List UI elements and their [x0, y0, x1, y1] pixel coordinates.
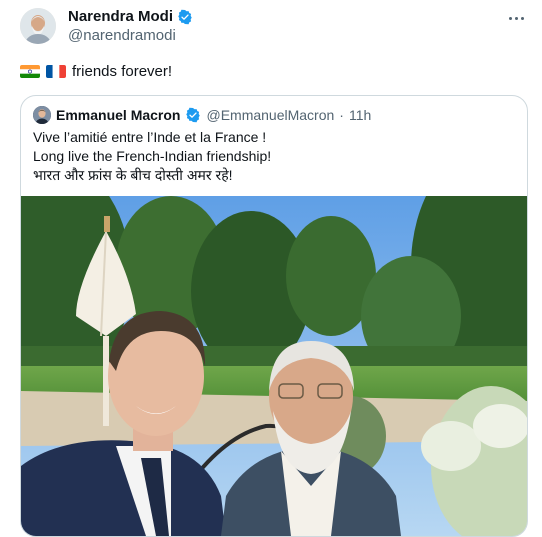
india-flag-icon [20, 65, 40, 78]
verified-badge-icon [178, 9, 192, 24]
quoted-tweet-text: Vive l’amitié entre l’Inde et la France … [33, 128, 271, 185]
quoted-text-line-hindi: भारत और फ्रांस के बीच दोस्ती अमर रहे! [33, 167, 233, 183]
quoted-tweet[interactable]: Emmanuel Macron @EmmanuelMacron · 11h Vi… [20, 95, 528, 537]
author-name[interactable]: Narendra Modi [68, 8, 173, 25]
quoted-author-avatar-image [33, 106, 51, 124]
author-handle[interactable]: @narendramodi [68, 27, 176, 44]
quoted-tweet-photo[interactable] [21, 196, 527, 536]
quoted-text-line-english: Long live the French-Indian friendship! [33, 148, 272, 164]
quoted-text-line-french: Vive l’amitié entre l’Inde et la France … [33, 129, 267, 145]
author-name-row[interactable]: Narendra Modi [68, 8, 193, 25]
quoted-verified-badge-icon [186, 107, 201, 123]
quoted-timestamp[interactable]: 11h [349, 107, 371, 123]
tweet-text-body: friends forever! [72, 63, 173, 80]
author-avatar-image [20, 8, 56, 44]
tweet[interactable]: Narendra Modi @narendramodi friends fore… [0, 0, 542, 537]
quoted-author-avatar[interactable] [33, 106, 51, 124]
france-flag-icon [46, 65, 66, 78]
quoted-author-handle[interactable]: @EmmanuelMacron [206, 107, 334, 123]
quoted-author-name[interactable]: Emmanuel Macron [56, 107, 180, 123]
quoted-dot-separator: · [339, 107, 344, 123]
more-options-icon[interactable] [504, 6, 528, 30]
author-avatar[interactable] [20, 8, 56, 44]
quoted-tweet-header: Emmanuel Macron @EmmanuelMacron · 11h [33, 106, 371, 124]
tweet-text: friends forever! [20, 63, 172, 80]
